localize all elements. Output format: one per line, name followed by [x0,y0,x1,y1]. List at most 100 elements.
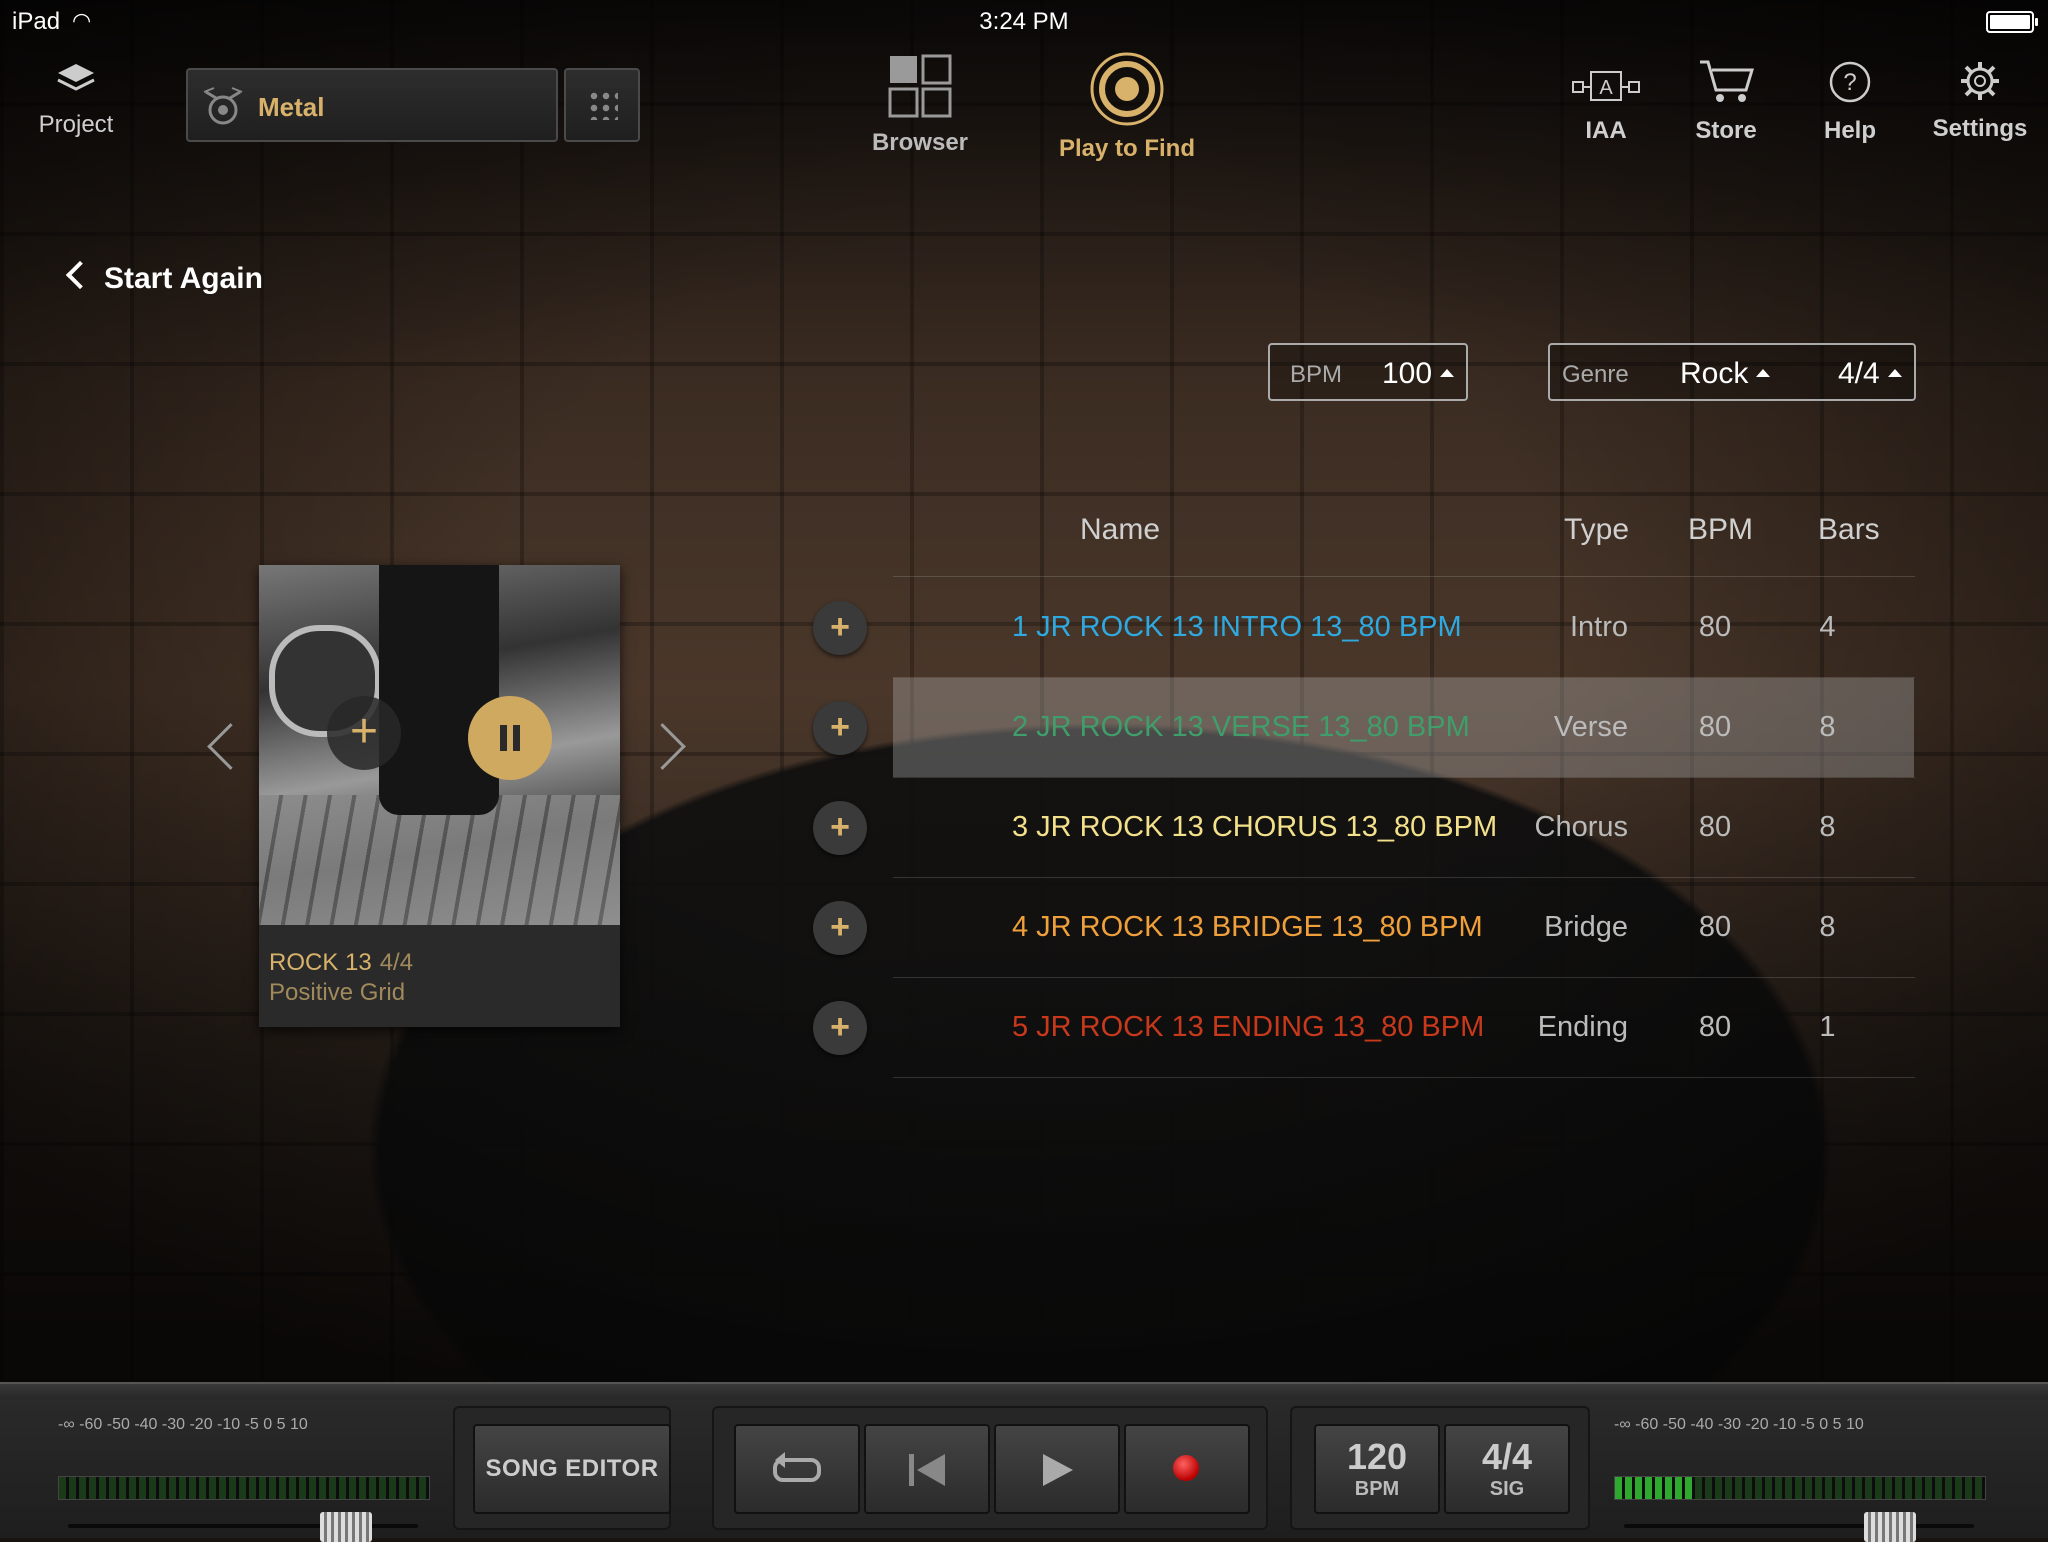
start-again-label: Start Again [104,262,263,295]
tempo-value: 120 [1346,1436,1408,1477]
pattern-bpm: 80 [1698,711,1732,743]
loop-button[interactable] [734,1424,860,1514]
rewind-button[interactable] [864,1424,990,1514]
add-pattern-button[interactable]: + [813,801,867,855]
meter-scale: -∞ -60 -50 -40 -30 -20 -10 -5 0 5 10 [1614,1416,1864,1433]
signature-selector[interactable]: 4/4 [1838,357,1902,391]
project-button[interactable]: Project [36,62,116,139]
meter-scale: -∞ -60 -50 -40 -30 -20 -10 -5 0 5 10 [58,1416,308,1433]
gear-icon [1961,62,1999,100]
pattern-type: Bridge [1544,911,1628,943]
right-level-meter: -∞ -60 -50 -40 -30 -20 -10 -5 0 5 10 [1614,1416,1986,1542]
browser-tab[interactable]: Browser [860,54,980,157]
pattern-bars: 1 [1819,1011,1836,1043]
store-button[interactable]: Store [1686,58,1766,145]
meter-level [1615,1477,1693,1499]
signature-value: 4/4 [1838,357,1880,390]
beat-card[interactable]: + ROCK 13 4/4 Positive Grid [259,565,620,1027]
browser-grid-icon [888,54,952,118]
beat-cover-image [259,565,620,925]
play-button[interactable] [994,1424,1120,1514]
tempo-label: BPM [1354,1478,1400,1500]
add-pattern-button[interactable]: + [813,601,867,655]
kit-grid-button[interactable] [564,68,640,142]
play-to-find-tab[interactable]: Play to Find [1050,50,1204,163]
loop-icon [773,1452,821,1482]
pause-button[interactable] [468,696,552,780]
add-beat-button[interactable]: + [327,696,401,770]
column-header-bars[interactable]: Bars [1818,513,1880,547]
beat-signature: 4/4 [379,949,414,976]
record-icon [1173,1455,1199,1481]
add-pattern-button[interactable]: + [813,1001,867,1055]
meter-bar [1614,1476,1986,1500]
pattern-name: 2 JR ROCK 13 VERSE 13_80 BPM [1012,711,1470,743]
meter-bar [58,1476,430,1500]
pattern-bpm: 80 [1698,811,1732,843]
slider-track [1624,1524,1974,1528]
genre-value: Rock [1680,357,1749,390]
help-label: Help [1823,117,1876,144]
pattern-name: 1 JR ROCK 13 INTRO 13_80 BPM [1012,611,1462,643]
header-divider [893,576,1915,577]
skip-back-icon [909,1454,945,1486]
bpm-filter[interactable]: BPM 100 [1268,343,1468,401]
genre-selector[interactable]: Rock [1680,357,1771,391]
grid-dots-icon [588,90,618,120]
table-row[interactable]: + 2 JR ROCK 13 VERSE 13_80 BPM Verse 80 … [800,678,1920,777]
column-header-bpm[interactable]: BPM [1688,513,1753,547]
drum-kit-icon [203,87,243,125]
add-pattern-button[interactable]: + [813,901,867,955]
project-label: Project [38,111,114,138]
pattern-type: Chorus [1534,811,1629,843]
table-row[interactable]: + 5 JR ROCK 13 ENDING 13_80 BPM Ending 8… [800,978,1920,1077]
preset-selector[interactable]: Metal [186,68,558,142]
genre-filter-label: Genre [1562,361,1629,388]
song-editor-button[interactable]: SONG EDITOR [473,1424,671,1514]
row-divider [893,1077,1915,1078]
left-level-meter: -∞ -60 -50 -40 -30 -20 -10 -5 0 5 10 [58,1416,430,1542]
pattern-bars: 8 [1819,711,1836,743]
table-row[interactable]: + 4 JR ROCK 13 BRIDGE 13_80 BPM Bridge 8… [800,878,1920,977]
pattern-bars: 8 [1819,911,1836,943]
column-header-name[interactable]: Name [1080,513,1160,547]
slider-knob[interactable] [1864,1512,1916,1542]
slider-knob[interactable] [320,1512,372,1542]
svg-text:A: A [1599,77,1613,99]
layers-icon [57,64,95,91]
table-row[interactable]: + 1 JR ROCK 13 INTRO 13_80 BPM Intro 80 … [800,578,1920,677]
add-pattern-button[interactable]: + [813,701,867,755]
iaa-icon: A [1572,71,1640,101]
svg-text:?: ? [1843,69,1856,96]
pattern-name: 4 JR ROCK 13 BRIDGE 13_80 BPM [1012,911,1483,943]
table-row[interactable]: + 3 JR ROCK 13 CHORUS 13_80 BPM Chorus 8… [800,778,1920,877]
help-button[interactable]: ? Help [1810,60,1890,145]
bpm-filter-value: 100 [1382,357,1433,390]
caret-up-icon [1887,369,1902,377]
tempo-button[interactable]: 120 BPM [1314,1424,1440,1514]
time-signature-button[interactable]: 4/4 SIG [1444,1424,1570,1514]
pattern-type: Ending [1537,1011,1628,1043]
caret-up-icon [1440,369,1455,377]
iaa-button[interactable]: A IAA [1566,68,1646,145]
pattern-bpm: 80 [1698,1011,1732,1043]
help-icon: ? [1829,61,1871,103]
beat-artist: Positive Grid [269,979,406,1006]
pattern-bpm: 80 [1698,911,1732,943]
column-header-type[interactable]: Type [1564,513,1629,547]
pattern-bars: 4 [1819,611,1836,643]
battery-icon [1986,11,2038,33]
cart-icon [1700,60,1755,102]
pattern-type: Verse [1553,711,1628,743]
pattern-name: 5 JR ROCK 13 ENDING 13_80 BPM [1012,1011,1485,1043]
browser-label: Browser [871,129,969,156]
play-icon [1043,1454,1073,1486]
status-bar: iPad ◠ 3:24 PM [0,0,2048,40]
settings-button[interactable]: Settings [1928,60,2032,143]
play-to-find-label: Play to Find [1058,135,1195,162]
caret-up-icon [1756,369,1771,377]
chevron-left-icon [65,260,95,290]
start-again-button[interactable]: Start Again [65,260,263,296]
genre-filter[interactable]: Genre Rock 4/4 [1548,343,1916,401]
pattern-name: 3 JR ROCK 13 CHORUS 13_80 BPM [1012,811,1498,843]
